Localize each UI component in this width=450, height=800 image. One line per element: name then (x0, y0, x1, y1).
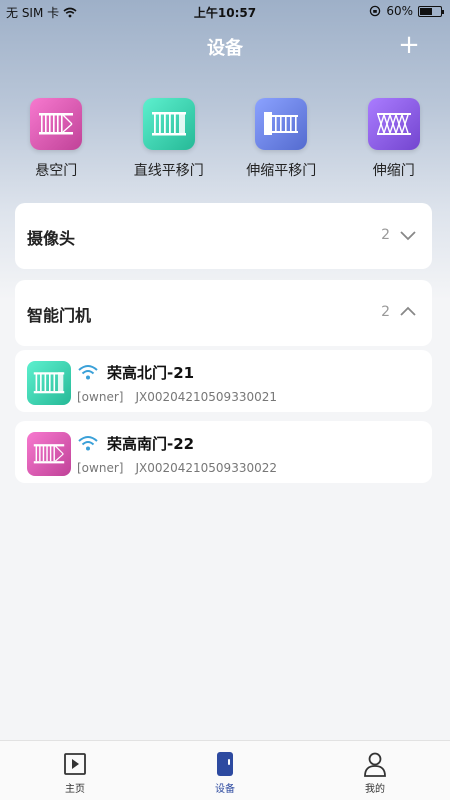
category-label: 伸缩门 (372, 163, 415, 179)
tab-label: 主页 (65, 784, 85, 795)
wifi-icon (78, 365, 98, 380)
camera-count: 2 (381, 227, 390, 243)
wifi-icon (78, 436, 98, 451)
device-item[interactable]: 荣高北门-21 [owner] JX00204210509330021 (15, 350, 432, 412)
device-serial: JX00204210509330022 (135, 461, 278, 475)
category-label: 伸缩平移门 (246, 163, 317, 179)
tab-label: 我的 (365, 784, 385, 795)
tab-label: 设备 (215, 784, 235, 795)
tab-home[interactable]: 主页 (25, 741, 125, 800)
chevron-down-icon[interactable] (396, 223, 420, 247)
page-title: 设备 (207, 38, 243, 59)
category-sliding-gate[interactable]: 直线平移门 (114, 98, 224, 188)
play-icon (64, 753, 86, 775)
device-role: [owner] (77, 390, 124, 404)
tab-devices[interactable]: 设备 (175, 741, 275, 800)
cantilever-gate-icon (30, 98, 83, 150)
device-icon (217, 752, 233, 776)
section-title: 智能门机 (27, 306, 92, 325)
orientation-lock-icon (370, 5, 381, 17)
device-subtitle: [owner] JX00204210509330021 (77, 390, 277, 404)
battery-percent: 60% (386, 4, 413, 18)
device-name: 荣高北门-21 (107, 364, 195, 382)
category-retractable-gate[interactable]: 伸缩门 (339, 98, 449, 188)
status-bar: 无 SIM 卡 上午10:57 60% (0, 0, 450, 22)
sliding-gate-icon (27, 361, 71, 405)
device-subtitle: [owner] JX00204210509330022 (77, 461, 277, 475)
battery-fill (420, 7, 432, 15)
device-name: 荣高南门-22 (107, 435, 195, 453)
tab-mine[interactable]: 我的 (325, 741, 425, 800)
smart-gate-section[interactable]: 智能门机 2 (15, 280, 432, 346)
chevron-up-icon[interactable] (396, 300, 420, 324)
add-device-button[interactable]: + (394, 30, 424, 60)
telescopic-sliding-gate-icon (255, 98, 308, 150)
smart-gate-count: 2 (381, 304, 390, 320)
tab-bar: 主页 设备 我的 (0, 740, 450, 800)
battery-icon (418, 5, 444, 17)
status-right: 60% (369, 4, 444, 18)
category-label: 直线平移门 (133, 163, 204, 179)
retractable-gate-icon (367, 98, 420, 150)
device-serial: JX00204210509330021 (135, 390, 278, 404)
device-categories: 悬空门 直线平移门 伸缩平移门 伸缩门 (0, 98, 450, 188)
sliding-gate-icon (142, 98, 195, 150)
category-cantilever-gate[interactable]: 悬空门 (1, 98, 111, 188)
device-role: [owner] (77, 461, 124, 475)
camera-section[interactable]: 摄像头 2 (15, 203, 432, 269)
cantilever-gate-icon (27, 432, 71, 476)
category-telescopic-sliding-gate[interactable]: 伸缩平移门 (226, 98, 336, 188)
user-icon (364, 752, 386, 777)
app-header: 设备 + (0, 30, 450, 62)
section-title: 摄像头 (27, 229, 76, 248)
category-label: 悬空门 (35, 163, 78, 179)
device-item[interactable]: 荣高南门-22 [owner] JX00204210509330022 (15, 421, 432, 483)
